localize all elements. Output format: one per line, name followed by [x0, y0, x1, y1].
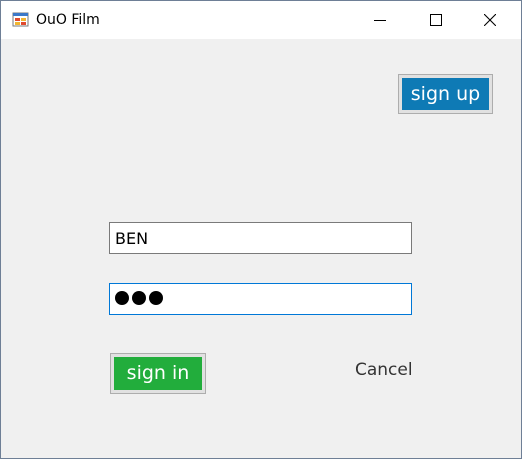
minimize-button[interactable]: [357, 1, 403, 39]
password-mask-dot: [149, 290, 163, 305]
sign-up-label: sign up: [402, 78, 489, 110]
window-title: OuO Film: [36, 12, 100, 28]
username-field[interactable]: BEN: [109, 222, 412, 254]
close-button[interactable]: [467, 1, 513, 39]
app-form-icon: [12, 12, 29, 27]
sign-in-label: sign in: [114, 357, 202, 390]
password-mask: [115, 290, 166, 309]
password-mask-dot: [132, 290, 146, 305]
maximize-icon: [430, 14, 442, 26]
sign-in-button[interactable]: sign in: [110, 353, 206, 394]
password-field[interactable]: [109, 283, 412, 315]
app-window: OuO Film sign up BEN sign in Cancel: [0, 0, 522, 459]
maximize-button[interactable]: [413, 1, 459, 39]
password-mask-dot: [115, 290, 129, 305]
sign-up-button[interactable]: sign up: [398, 74, 493, 114]
close-icon: [484, 14, 496, 26]
username-value: BEN: [115, 228, 149, 248]
minimize-icon: [374, 20, 386, 21]
cancel-link[interactable]: Cancel: [355, 359, 413, 381]
title-bar[interactable]: OuO Film: [1, 1, 521, 39]
